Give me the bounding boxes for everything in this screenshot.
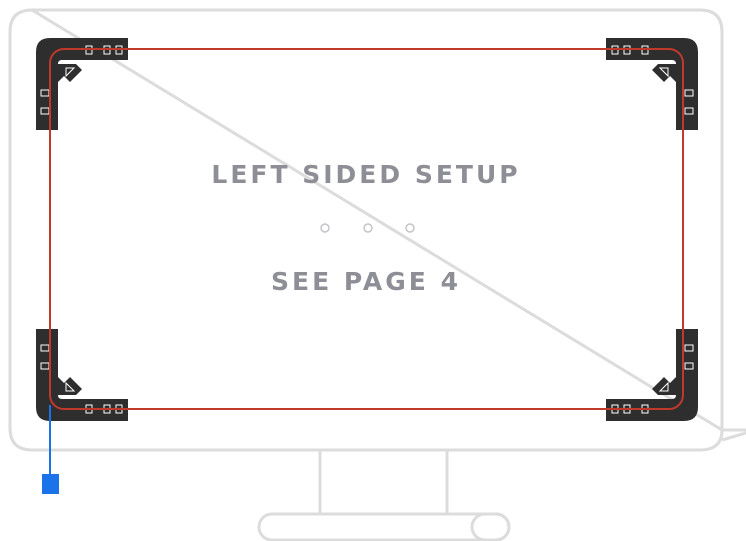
separator-dot bbox=[363, 223, 373, 233]
monitor-stand-foot bbox=[470, 512, 511, 541]
diagram-subtitle: SEE PAGE 4 bbox=[271, 267, 461, 296]
monitor-body bbox=[8, 8, 746, 452]
separator-dot bbox=[320, 223, 330, 233]
monitor-back-edge bbox=[721, 431, 746, 442]
controller-box-icon bbox=[42, 474, 59, 494]
corner-mounts bbox=[36, 38, 698, 421]
corner-mount-icon bbox=[606, 329, 698, 421]
separator-dot bbox=[405, 223, 415, 233]
monitor-stand-neck bbox=[318, 450, 449, 514]
corner-mount-icon bbox=[606, 38, 698, 130]
led-strip bbox=[49, 48, 684, 410]
diagram-title: LEFT SIDED SETUP bbox=[211, 160, 521, 189]
separator-dots bbox=[320, 223, 415, 233]
